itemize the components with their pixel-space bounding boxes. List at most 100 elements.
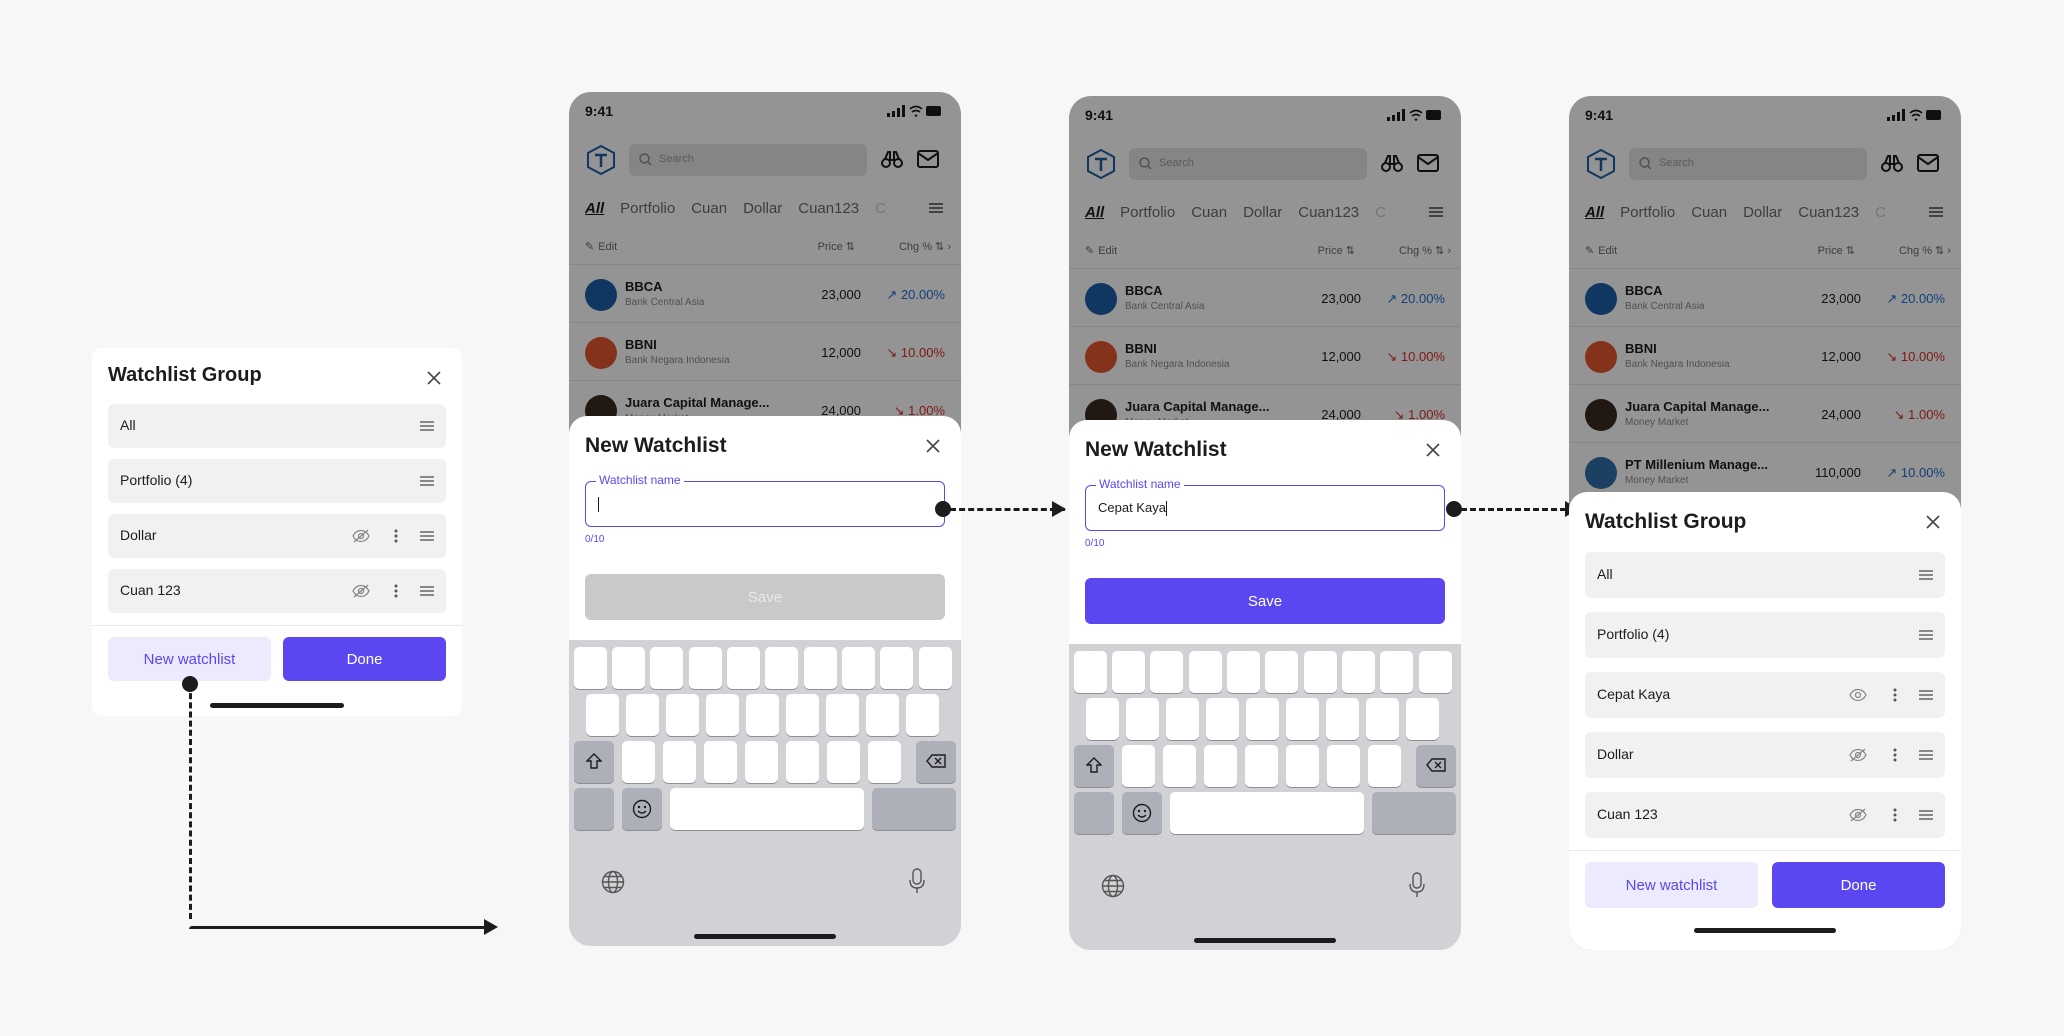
- more-vertical-icon[interactable]: [1893, 808, 1897, 822]
- sheet-title: New Watchlist: [585, 434, 727, 457]
- drag-handle-icon[interactable]: [1919, 570, 1933, 580]
- watchlist-group-card: Watchlist Group All Portfolio (4) Dollar…: [92, 348, 462, 716]
- field-label: Watchlist name: [596, 473, 684, 487]
- eye-off-icon[interactable]: [352, 529, 370, 543]
- close-icon[interactable]: [1425, 442, 1441, 458]
- close-icon[interactable]: [1925, 514, 1941, 530]
- backspace-key[interactable]: [916, 741, 956, 783]
- field-value-text: Cepat Kaya: [1098, 500, 1166, 515]
- phone-new-watchlist-filled: 9:41 Search All Portfolio Cuan Dollar Cuan12…: [1069, 96, 1461, 950]
- group-row-label: All: [120, 417, 136, 433]
- drag-handle-icon[interactable]: [1919, 810, 1933, 820]
- microphone-icon[interactable]: [1409, 872, 1425, 898]
- sheet-title: Watchlist Group: [1585, 510, 1747, 533]
- group-row-label: Dollar: [120, 527, 157, 543]
- close-icon[interactable]: [925, 438, 941, 454]
- drag-handle-icon[interactable]: [420, 421, 434, 431]
- save-button[interactable]: Save: [1085, 578, 1445, 624]
- globe-icon[interactable]: [601, 870, 625, 894]
- return-key[interactable]: [1372, 792, 1456, 834]
- drag-handle-icon[interactable]: [420, 531, 434, 541]
- card-title: Watchlist Group: [108, 364, 262, 386]
- text-caret: [1165, 501, 1167, 517]
- sheet-title: New Watchlist: [1085, 438, 1227, 461]
- emoji-key[interactable]: [1122, 792, 1162, 834]
- field-value: [598, 496, 599, 513]
- group-row-label: Cepat Kaya: [1597, 686, 1671, 702]
- text-caret: [598, 497, 599, 513]
- eye-off-icon[interactable]: [1849, 748, 1867, 762]
- flow-line: [1461, 508, 1566, 511]
- flow-line: [189, 684, 192, 919]
- drag-handle-icon[interactable]: [1919, 690, 1933, 700]
- globe-icon[interactable]: [1101, 874, 1125, 898]
- new-watchlist-sheet: New Watchlist Watchlist name Cepat Kaya …: [1069, 420, 1461, 950]
- group-row-label: Cuan 123: [1597, 806, 1658, 822]
- watchlist-name-input[interactable]: Watchlist name: [585, 473, 945, 527]
- more-vertical-icon[interactable]: [1893, 748, 1897, 762]
- shift-key[interactable]: [1074, 745, 1114, 787]
- phone-new-watchlist-empty: 9:41 Search All Portfolio Cuan Dollar Cuan12…: [569, 92, 961, 946]
- drag-handle-icon[interactable]: [420, 586, 434, 596]
- return-key[interactable]: [872, 788, 956, 830]
- space-key[interactable]: [1170, 792, 1364, 834]
- emoji-key[interactable]: [622, 788, 662, 830]
- phone-watchlist-group: 9:41 Search All Portfolio Cuan Dollar Cuan12…: [1569, 96, 1961, 950]
- field-value: Cepat Kaya: [1098, 500, 1167, 517]
- group-row-label: All: [1597, 566, 1613, 582]
- numbers-key[interactable]: [1074, 792, 1114, 834]
- divider: [92, 625, 462, 626]
- more-vertical-icon[interactable]: [394, 584, 398, 598]
- flow-dot: [935, 501, 951, 517]
- new-watchlist-button[interactable]: New watchlist: [108, 637, 271, 681]
- flow-dot: [1446, 501, 1462, 517]
- more-vertical-icon[interactable]: [394, 529, 398, 543]
- divider: [1569, 850, 1961, 851]
- group-row-all[interactable]: All: [1585, 552, 1945, 598]
- eye-icon[interactable]: [1849, 688, 1867, 702]
- flow-arrowhead: [1052, 501, 1066, 517]
- eye-off-icon[interactable]: [1849, 808, 1867, 822]
- backspace-key[interactable]: [1416, 745, 1456, 787]
- more-vertical-icon[interactable]: [1893, 688, 1897, 702]
- home-indicator: [694, 934, 836, 939]
- group-row-all[interactable]: All: [108, 404, 446, 448]
- watchlist-name-input[interactable]: Watchlist name Cepat Kaya: [1085, 477, 1445, 531]
- field-label: Watchlist name: [1096, 477, 1184, 491]
- new-watchlist-sheet: New Watchlist Watchlist name 0/10 Save: [569, 416, 961, 946]
- space-key[interactable]: [670, 788, 864, 830]
- char-counter: 0/10: [1085, 538, 1105, 549]
- save-button-disabled[interactable]: Save: [585, 574, 945, 620]
- eye-off-icon[interactable]: [352, 584, 370, 598]
- group-row-dollar[interactable]: Dollar: [108, 514, 446, 558]
- done-button[interactable]: Done: [283, 637, 446, 681]
- group-row-cepat-kaya[interactable]: Cepat Kaya: [1585, 672, 1945, 718]
- char-counter: 0/10: [585, 534, 605, 545]
- group-row-cuan123[interactable]: Cuan 123: [108, 569, 446, 613]
- watchlist-group-sheet: Watchlist Group All Portfolio (4) Cepat …: [1569, 492, 1961, 950]
- microphone-icon[interactable]: [909, 868, 925, 894]
- keyboard[interactable]: [569, 640, 961, 946]
- home-indicator: [210, 703, 344, 708]
- numbers-key[interactable]: [574, 788, 614, 830]
- shift-key[interactable]: [574, 741, 614, 783]
- drag-handle-icon[interactable]: [1919, 750, 1933, 760]
- drag-handle-icon[interactable]: [1919, 630, 1933, 640]
- done-button[interactable]: Done: [1772, 862, 1945, 908]
- home-indicator: [1694, 928, 1836, 933]
- keyboard[interactable]: [1069, 644, 1461, 950]
- home-indicator: [1194, 938, 1336, 943]
- flow-line: [950, 508, 1065, 511]
- group-row-portfolio[interactable]: Portfolio (4): [108, 459, 446, 503]
- flow-line: [189, 926, 489, 929]
- group-row-cuan123[interactable]: Cuan 123: [1585, 792, 1945, 838]
- new-watchlist-button[interactable]: New watchlist: [1585, 862, 1758, 908]
- group-row-portfolio[interactable]: Portfolio (4): [1585, 612, 1945, 658]
- close-icon[interactable]: [426, 370, 442, 386]
- group-row-label: Portfolio (4): [120, 472, 193, 488]
- group-row-label: Dollar: [1597, 746, 1634, 762]
- flow-arrowhead: [484, 919, 498, 935]
- drag-handle-icon[interactable]: [420, 476, 434, 486]
- group-row-label: Portfolio (4): [1597, 626, 1670, 642]
- group-row-dollar[interactable]: Dollar: [1585, 732, 1945, 778]
